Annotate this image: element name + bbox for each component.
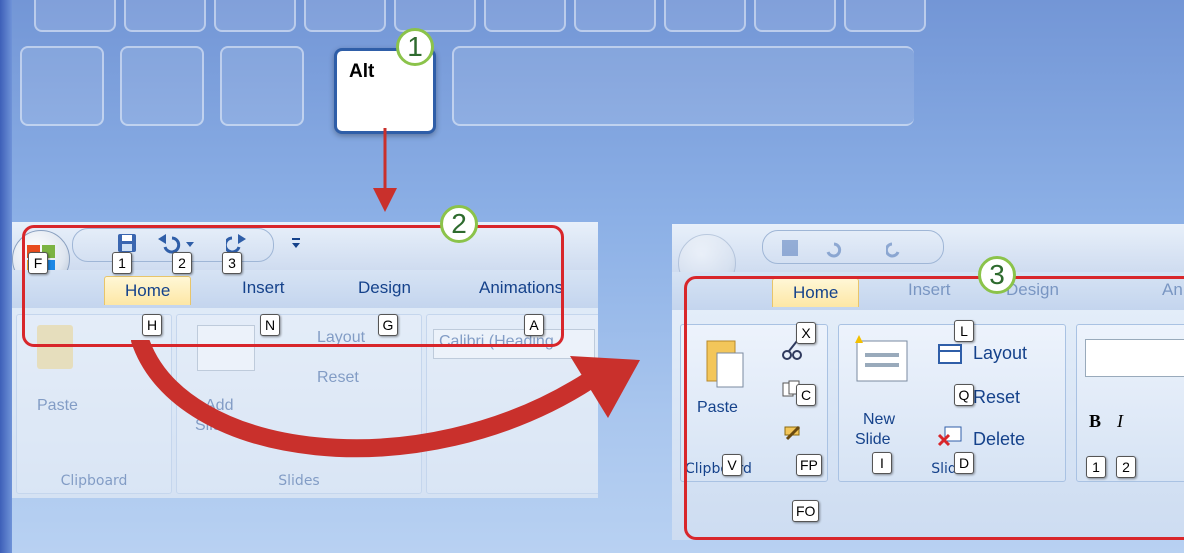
paste-label: Paste — [37, 397, 78, 414]
redo-icon-right[interactable] — [886, 238, 906, 258]
highlight-box-2 — [22, 225, 564, 347]
alt-key-label: Alt — [349, 61, 375, 82]
step-1-badge: 1 — [396, 28, 434, 66]
undo-icon-right[interactable] — [820, 238, 860, 258]
left-edge — [0, 0, 12, 553]
save-icon-right[interactable] — [780, 238, 800, 258]
step-3-badge: 3 — [978, 256, 1016, 294]
quick-access-toolbar-right — [672, 224, 1184, 292]
curved-arrow — [131, 340, 640, 458]
highlight-box-3 — [684, 276, 1184, 540]
step-2-badge: 2 — [440, 205, 478, 243]
down-arrow — [373, 128, 397, 212]
